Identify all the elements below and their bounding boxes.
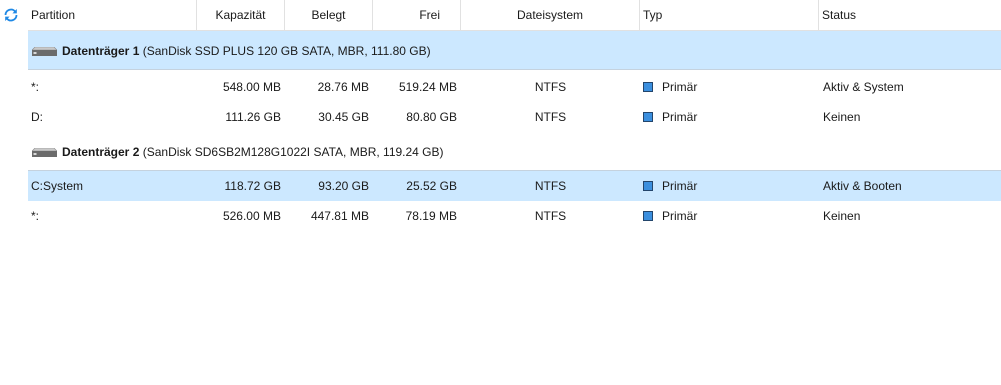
partition-type: Primär	[662, 110, 698, 124]
partition-capacity: 111.26 GB	[225, 110, 281, 124]
partition-used: 93.20 GB	[318, 179, 369, 193]
column-header-partition[interactable]: Partition	[28, 0, 197, 30]
partition-status: Aktiv & System	[823, 80, 904, 94]
primary-partition-square-icon	[643, 181, 653, 191]
partition-status: Keinen	[823, 110, 861, 124]
primary-partition-square-icon	[643, 211, 653, 221]
partition-type: Primär	[662, 80, 698, 94]
column-header-filesystem[interactable]: Dateisystem	[461, 0, 640, 30]
column-header: Partition Kapazität Belegt Frei Dateisys…	[28, 0, 1001, 31]
partition-filesystem: NTFS	[534, 80, 567, 94]
partition-capacity: 118.72 GB	[224, 179, 281, 193]
partition-filesystem: NTFS	[534, 179, 567, 193]
partition-row[interactable]: *: 526.00 MB 447.81 MB 78.19 MB NTFS Pri…	[28, 201, 1001, 231]
column-header-used[interactable]: Belegt	[285, 0, 373, 30]
column-header-free[interactable]: Frei	[373, 0, 461, 30]
hard-disk-icon	[32, 47, 57, 56]
disk-row-1[interactable]: Datenträger 1 (SanDisk SSD PLUS 120 GB S…	[28, 31, 1001, 70]
partition-used: 28.76 MB	[317, 80, 369, 94]
partition-name: C:System	[31, 179, 84, 193]
partition-capacity: 526.00 MB	[222, 209, 281, 223]
column-header-type[interactable]: Typ	[640, 0, 819, 30]
disk-name: Datenträger 2	[62, 145, 140, 159]
column-header-capacity[interactable]: Kapazität	[197, 0, 285, 30]
disk-details: (SanDisk SSD PLUS 120 GB SATA, MBR, 111.…	[142, 44, 431, 58]
column-header-status[interactable]: Status	[819, 0, 1001, 30]
partition-free: 519.24 MB	[398, 80, 457, 94]
partition-capacity: 548.00 MB	[222, 80, 281, 94]
partition-type: Primär	[662, 209, 698, 223]
partition-filesystem: NTFS	[534, 110, 567, 124]
partition-name: *:	[31, 209, 40, 223]
partition-status: Keinen	[823, 209, 861, 223]
hard-disk-icon	[32, 148, 57, 157]
partition-used: 447.81 MB	[310, 209, 369, 223]
partition-used: 30.45 GB	[318, 110, 369, 124]
partition-row[interactable]: C:System 118.72 GB 93.20 GB 25.52 GB NTF…	[28, 171, 1001, 201]
partition-row[interactable]: *: 548.00 MB 28.76 MB 519.24 MB NTFS Pri…	[28, 72, 1001, 102]
disk-row-2[interactable]: Datenträger 2 (SanDisk SD6SB2M128G1022I …	[28, 132, 1001, 171]
partition-name: *:	[31, 80, 40, 94]
disk-name: Datenträger 1	[62, 44, 140, 58]
disk-details: (SanDisk SD6SB2M128G1022I SATA, MBR, 119…	[142, 145, 444, 159]
partition-type: Primär	[662, 179, 698, 193]
partition-filesystem: NTFS	[534, 209, 567, 223]
partition-name: D:	[31, 110, 43, 124]
primary-partition-square-icon	[643, 82, 653, 92]
partition-free: 78.19 MB	[405, 209, 457, 223]
primary-partition-square-icon	[643, 112, 653, 122]
refresh-icon[interactable]	[3, 7, 19, 23]
partition-free: 80.80 GB	[406, 110, 457, 124]
partition-status: Aktiv & Booten	[823, 179, 902, 193]
partition-free: 25.52 GB	[406, 179, 457, 193]
partition-row[interactable]: D: 111.26 GB 30.45 GB 80.80 GB NTFS Prim…	[28, 102, 1001, 132]
